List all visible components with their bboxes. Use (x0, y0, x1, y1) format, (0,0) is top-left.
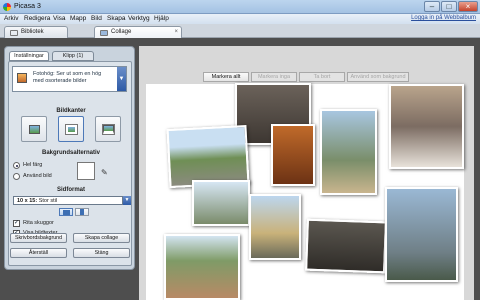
use-image-label: Använd bild (23, 173, 52, 179)
page-format-heading: Sidformat (56, 187, 85, 193)
menu-bild[interactable]: Bild (91, 15, 102, 22)
landscape-icon (63, 210, 70, 215)
minimize-button[interactable]: – (424, 1, 440, 12)
menu-hjalp[interactable]: Hjälp (154, 15, 169, 22)
photo-bridge[interactable] (385, 187, 458, 282)
landscape-orientation-button[interactable] (59, 208, 73, 216)
picture-icon (65, 124, 78, 135)
picasa-app-icon (3, 3, 11, 11)
photo-selfie[interactable] (320, 109, 377, 195)
photo-tower[interactable] (249, 194, 301, 260)
border-heading: Bildkanter (56, 108, 86, 114)
portrait-icon (80, 209, 84, 215)
page-format-sub: Stor stil (38, 198, 58, 204)
menu-arkiv[interactable]: Arkiv (4, 15, 18, 22)
eyedropper-icon[interactable]: ✎ (101, 168, 108, 177)
photo-interior[interactable] (271, 124, 315, 186)
photo-pile-thumbnail (17, 73, 27, 83)
maximize-button[interactable]: □ (441, 1, 457, 12)
chevron-down-icon: ▼ (117, 67, 126, 91)
collage-type-dropdown[interactable]: Fotohög: Ser ut som en hög med osorterad… (12, 66, 127, 92)
library-icon (10, 30, 18, 36)
create-collage-button[interactable]: Skapa collage (73, 233, 130, 243)
collage-page (146, 83, 464, 300)
solid-color-radio[interactable] (13, 162, 20, 169)
menu-mapp[interactable]: Mapp (70, 15, 86, 22)
page-format-value: 10 x 15: (17, 198, 38, 204)
border-style-polaroid-button[interactable] (95, 116, 121, 142)
picture-icon (29, 125, 40, 134)
photo-castle[interactable] (192, 180, 250, 226)
border-style-white-button[interactable] (58, 116, 84, 142)
menu-visa[interactable]: Visa (53, 15, 66, 22)
menu-verktyg[interactable]: Verktyg (128, 15, 150, 22)
tab-clips[interactable]: Klipp (1) (52, 51, 94, 61)
tab-bibliotek[interactable]: Bibliotek (4, 26, 68, 38)
close-button[interactable]: Stäng (73, 248, 130, 258)
login-link[interactable]: Logga in på Webbalbum (411, 15, 476, 21)
draw-shadows-checkbox[interactable]: ✓ (13, 220, 20, 227)
page-format-select[interactable]: 10 x 15: Stor stil (13, 196, 123, 205)
collage-icon (100, 30, 108, 36)
border-style-plain-button[interactable] (21, 116, 47, 142)
solid-color-label: Hel färg (23, 162, 43, 168)
use-image-radio[interactable] (13, 173, 20, 180)
collage-canvas-area: Markera allt Markera inga Ta bort Använd… (139, 46, 474, 300)
background-heading: Bakgrundsalternativ (41, 150, 101, 156)
background-color-swatch[interactable] (77, 162, 95, 180)
select-none-button[interactable]: Markera inga (251, 72, 297, 82)
window-title: Picasa 3 (14, 3, 41, 10)
tab-collage-label: Collage (111, 29, 132, 35)
reset-button[interactable]: Återställ (10, 248, 67, 258)
photo-street[interactable] (166, 124, 250, 189)
chevron-down-icon[interactable]: ▼ (123, 196, 131, 205)
photo-portrait[interactable] (389, 84, 464, 169)
close-window-button[interactable]: × (458, 1, 478, 12)
collage-type-text: Fotohög: Ser ut som en hög med osorterad… (33, 71, 102, 84)
menu-skapa[interactable]: Skapa (107, 15, 125, 22)
portrait-orientation-button[interactable] (75, 208, 89, 216)
photo-skull[interactable] (305, 218, 387, 274)
desktop-background-button[interactable]: Skrivbordsbakgrund (10, 233, 67, 243)
tab-settings[interactable]: Inställningar (9, 51, 49, 61)
use-as-background-button[interactable]: Använd som bakgrund (347, 72, 409, 82)
view-tab-bar: Bibliotek Collage × (0, 24, 480, 38)
tab-collage[interactable]: Collage × (94, 26, 182, 38)
menu-bar: Arkiv Redigera Visa Mapp Bild Skapa Verk… (0, 14, 480, 24)
menu-redigera[interactable]: Redigera (24, 15, 50, 22)
tab-close-icon[interactable]: × (174, 29, 178, 35)
title-bar: Picasa 3 – □ × (0, 0, 480, 14)
picture-icon (102, 124, 115, 135)
tab-bibliotek-label: Bibliotek (21, 29, 44, 35)
remove-button[interactable]: Ta bort (299, 72, 345, 82)
select-all-button[interactable]: Markera allt (203, 72, 249, 82)
photo-rooftops[interactable] (164, 234, 240, 300)
draw-shadows-label: Rita skuggor (23, 220, 54, 226)
